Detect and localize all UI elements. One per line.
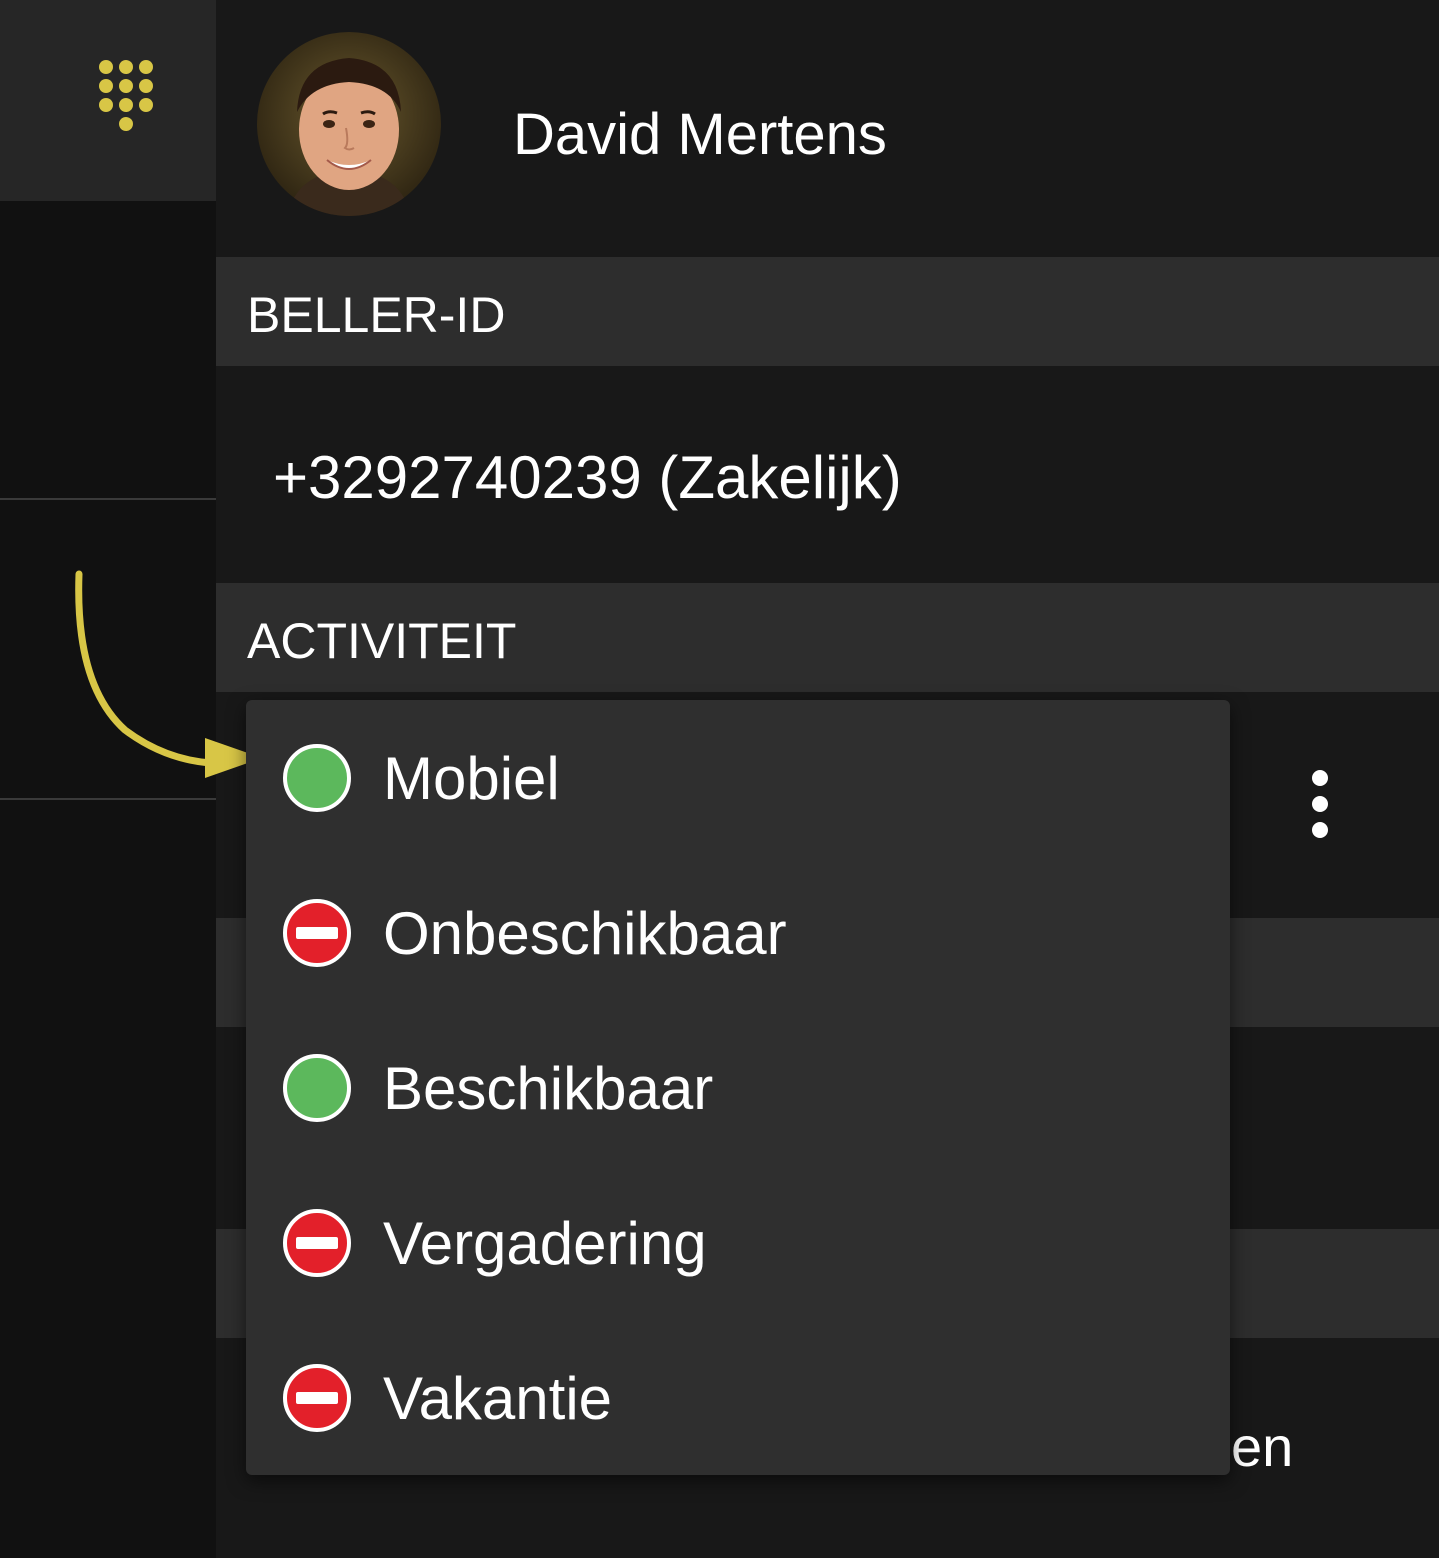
activity-section-header: ACTIVITEIT [216,583,1439,692]
background-partial-text: en [1231,1415,1294,1478]
status-option-label: Vakantie [383,1365,613,1432]
dialpad-button[interactable] [0,0,216,201]
green-dot-icon [283,1054,351,1122]
status-option-mobiel[interactable]: Mobiel [246,700,1230,855]
activity-header-label: ACTIVITEIT [247,613,517,669]
dialpad-icon [99,60,153,131]
status-option-beschikbaar[interactable]: Beschikbaar [246,1010,1230,1165]
status-option-vakantie[interactable]: Vakantie [246,1320,1230,1475]
avatar[interactable] [257,32,441,216]
caller-id-section-header: BELLER-ID [216,257,1439,366]
more-vertical-icon[interactable] [1305,764,1335,848]
green-dot-icon [283,744,351,812]
contact-header: David Mertens [216,0,1439,257]
status-option-label: Beschikbaar [383,1055,714,1122]
status-option-label: Onbeschikbaar [383,900,787,967]
status-option-label: Mobiel [383,745,560,812]
caller-id-number[interactable]: +3292740239 (Zakelijk) [273,442,902,514]
contact-name: David Mertens [513,102,887,167]
sidebar-divider [0,498,216,500]
sidebar-divider [0,798,216,800]
curved-arrow-icon [75,570,262,778]
status-option-onbeschikbaar[interactable]: Onbeschikbaar [246,855,1230,1010]
red-no-entry-icon [283,1364,351,1432]
status-option-label: Vergadering [383,1210,707,1277]
status-dropdown-menu: Mobiel Onbeschikbaar Beschikbaar Vergade… [246,700,1230,1475]
red-no-entry-icon [283,1209,351,1277]
status-option-vergadering[interactable]: Vergadering [246,1165,1230,1320]
red-no-entry-icon [283,899,351,967]
caller-id-header-label: BELLER-ID [247,287,506,343]
